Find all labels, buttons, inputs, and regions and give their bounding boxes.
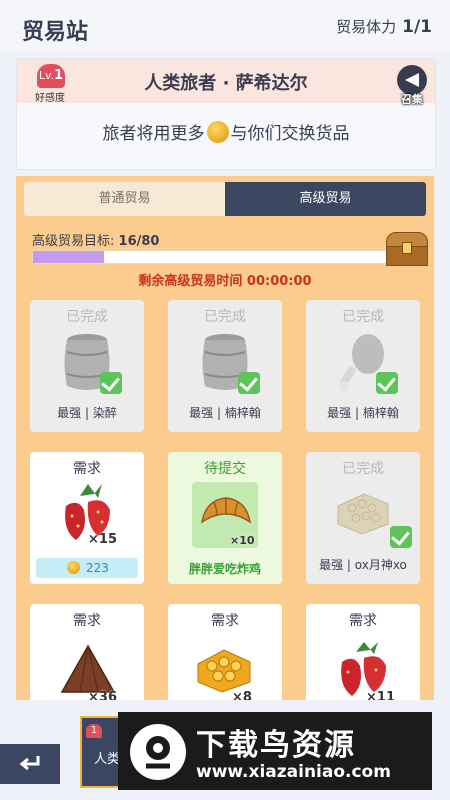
trade-card[interactable]: 已完成 最强 | 染醉 xyxy=(30,300,144,432)
price-value: 223 xyxy=(85,561,109,575)
item-quantity: ×8 xyxy=(232,690,252,700)
card-trader: 最强 | 染醉 xyxy=(57,406,117,420)
watermark-url: www.xiazainiao.com xyxy=(196,762,391,782)
card-trader: 胖胖爱吃炸鸡 xyxy=(188,562,261,576)
strawberry-icon xyxy=(341,642,386,696)
summon-button[interactable]: 召集 xyxy=(395,65,429,106)
tab-advanced-trade[interactable]: 高级贸易 xyxy=(225,182,426,216)
goal-progress-fill xyxy=(33,251,104,263)
coin-icon xyxy=(67,561,81,574)
item-quantity: ×36 xyxy=(88,690,117,700)
summon-label: 召集 xyxy=(401,93,423,106)
trade-card[interactable]: 已完成 最强 | ox月神xo xyxy=(306,452,420,584)
check-icon xyxy=(376,372,398,394)
honeycomb-icon xyxy=(337,493,389,535)
coin-icon xyxy=(206,121,229,143)
stamina-value: 1/1 xyxy=(402,17,432,37)
card-trader: 最强 | 楠梓翰 xyxy=(327,406,399,420)
trade-card[interactable]: 待提交 ×10 胖胖爱吃炸鸡 xyxy=(168,452,282,584)
watermark-title: 下载鸟资源 xyxy=(196,728,356,763)
trade-card[interactable]: 已完成 最强 | 楠梓翰 xyxy=(168,300,282,432)
chest-lock xyxy=(402,242,412,254)
card-status: 需求 xyxy=(349,613,377,629)
traveler-message: 旅者将用更多 与你们交换货品 xyxy=(17,119,435,144)
traveler-tab-label: 人类 xyxy=(94,752,121,767)
card-status: 已完成 xyxy=(66,309,108,325)
card-status: 已完成 xyxy=(342,461,384,477)
honeycomb-icon xyxy=(197,649,251,693)
goal-label: 高级贸易目标: xyxy=(32,234,115,249)
treasure-chest-icon[interactable] xyxy=(384,232,428,266)
trade-card[interactable]: 需求 ×15 223 xyxy=(30,452,144,584)
card-status: 待提交 xyxy=(204,461,246,477)
card-trader: 最强 | ox月神xo xyxy=(319,558,407,572)
trade-timer: 剩余高级贸易时间 00:00:00 xyxy=(138,274,312,289)
check-icon xyxy=(390,526,412,548)
item-quantity: ×10 xyxy=(230,534,255,547)
item-quantity: ×11 xyxy=(366,690,395,700)
trade-goal: 高级贸易目标: 16/80 xyxy=(32,230,159,249)
card-status: 需求 xyxy=(73,613,101,629)
trade-tabs: 普通贸易 高级贸易 xyxy=(24,182,426,216)
trade-card[interactable]: 需求 ×8 xyxy=(168,604,282,700)
goal-value: 16/80 xyxy=(118,234,160,249)
card-status: 需求 xyxy=(73,461,101,477)
message-text-after: 与你们交换货品 xyxy=(230,124,350,144)
trade-card[interactable]: 需求 ×36 xyxy=(30,604,144,700)
trade-card[interactable]: 已完成 最强 | 楠梓翰 xyxy=(306,300,420,432)
watermark-banner: 下载鸟资源 www.xiazainiao.com xyxy=(118,712,432,790)
stamina-label: 贸易体力 xyxy=(336,18,397,36)
bird-logo-icon xyxy=(130,724,186,780)
traveler-panel: Lv.1 好感度 人类旅者 · 萨希达尔 召集 旅者将用更多 与你们交换货品 xyxy=(16,58,436,170)
trade-panel: 普通贸易 高级贸易 高级贸易目标: 16/80 剩余高级贸易时间 00:00:0… xyxy=(16,176,434,700)
card-trader: 最强 | 楠梓翰 xyxy=(189,406,261,420)
top-bar: 贸易站 贸易体力 1/1 xyxy=(0,0,450,52)
croissant-icon xyxy=(200,497,252,524)
traveler-name: 人类旅者 · 萨希达尔 xyxy=(144,73,308,94)
trade-card[interactable]: 需求 ×11 xyxy=(306,604,420,700)
check-icon xyxy=(238,372,260,394)
tab-normal-trade[interactable]: 普通贸易 xyxy=(24,182,225,216)
message-text-before: 旅者将用更多 xyxy=(102,124,205,144)
heart-icon: 1 xyxy=(86,724,102,738)
page-title: 贸易站 xyxy=(22,20,89,45)
trade-stamina: 贸易体力 1/1 xyxy=(336,16,432,37)
check-icon xyxy=(100,372,122,394)
back-arrow-icon xyxy=(19,756,40,771)
item-quantity: ×15 xyxy=(88,532,117,547)
card-status: 已完成 xyxy=(204,309,246,325)
back-button[interactable] xyxy=(0,744,60,784)
card-status: 已完成 xyxy=(342,309,384,325)
card-status: 需求 xyxy=(211,613,239,629)
reward-price: 223 xyxy=(36,558,138,578)
goal-progress-bar xyxy=(32,250,388,264)
